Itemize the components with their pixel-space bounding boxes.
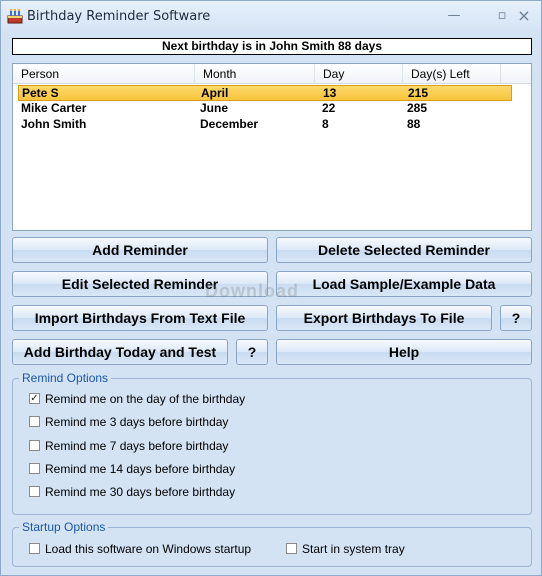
minimize-icon[interactable]: — bbox=[443, 7, 465, 25]
list-row[interactable]: Mike Carter June 22 285 bbox=[18, 101, 512, 117]
remind-14-days-label: Remind me 14 days before birthday bbox=[45, 462, 236, 476]
remind-options-legend: Remind Options bbox=[19, 371, 112, 385]
help-button[interactable]: Help bbox=[276, 339, 532, 365]
title-bar[interactable]: Birthday Reminder Software — ▫ × bbox=[1, 1, 541, 31]
remind-30-days-label: Remind me 30 days before birthday bbox=[45, 485, 236, 499]
checkbox-icon[interactable] bbox=[29, 486, 40, 497]
cell-person: Pete S bbox=[22, 86, 59, 100]
next-birthday-banner: Next birthday is in John Smith 88 days bbox=[12, 38, 532, 55]
remind-on-day-label: Remind me on the day of the birthday bbox=[45, 392, 246, 406]
test-help-button[interactable]: ? bbox=[236, 339, 268, 365]
column-header-month[interactable]: Month bbox=[195, 64, 315, 84]
startup-options-group: Startup Options Load this software on Wi… bbox=[12, 520, 532, 567]
load-sample-data-button[interactable]: Load Sample/Example Data bbox=[276, 271, 532, 297]
cell-person: John Smith bbox=[21, 117, 87, 131]
birthday-list[interactable]: Person Month Day Day(s) Left Pete S Apri… bbox=[12, 63, 532, 231]
cell-month: December bbox=[200, 117, 259, 131]
maximize-icon[interactable]: ▫ bbox=[491, 7, 513, 25]
add-birthday-today-test-button[interactable]: Add Birthday Today and Test bbox=[12, 339, 228, 365]
cell-day: 22 bbox=[322, 101, 336, 115]
list-row[interactable]: John Smith December 8 88 bbox=[18, 117, 512, 133]
checkbox-icon[interactable] bbox=[29, 463, 40, 474]
load-on-startup-label: Load this software on Windows startup bbox=[45, 542, 252, 556]
remind-3-days-label: Remind me 3 days before birthday bbox=[45, 415, 229, 429]
column-header-person[interactable]: Person bbox=[13, 64, 195, 84]
export-help-button[interactable]: ? bbox=[500, 305, 532, 331]
startup-options-legend: Startup Options bbox=[19, 520, 109, 534]
checkbox-icon[interactable] bbox=[29, 416, 40, 427]
delete-selected-reminder-button[interactable]: Delete Selected Reminder bbox=[276, 237, 532, 263]
checkbox-icon[interactable] bbox=[286, 543, 297, 554]
window-title: Birthday Reminder Software bbox=[27, 9, 211, 24]
add-reminder-button[interactable]: Add Reminder bbox=[12, 237, 268, 263]
start-in-tray-label: Start in system tray bbox=[302, 542, 405, 556]
column-header-day[interactable]: Day bbox=[315, 64, 403, 84]
list-row[interactable]: Pete S April 13 215 bbox=[18, 85, 512, 101]
checkbox-icon[interactable] bbox=[29, 440, 40, 451]
close-icon[interactable]: × bbox=[513, 7, 535, 25]
export-birthdays-button[interactable]: Export Birthdays To File bbox=[276, 305, 492, 331]
cell-month: April bbox=[201, 86, 229, 100]
cell-day: 13 bbox=[323, 86, 337, 100]
cell-days-left: 285 bbox=[407, 101, 428, 115]
app-cake-icon bbox=[7, 9, 23, 24]
column-header-days-left[interactable]: Day(s) Left bbox=[403, 64, 501, 84]
cell-month: June bbox=[200, 101, 229, 115]
remind-options-group: Remind Options ✓ Remind me on the day of… bbox=[12, 371, 532, 515]
import-birthdays-button[interactable]: Import Birthdays From Text File bbox=[12, 305, 268, 331]
download-watermark: Download bbox=[205, 281, 299, 301]
list-header: Person Month Day Day(s) Left bbox=[13, 64, 531, 84]
checkbox-icon[interactable] bbox=[29, 543, 40, 554]
app-window: Birthday Reminder Software — ▫ × Next bi… bbox=[0, 0, 542, 576]
cell-days-left: 88 bbox=[407, 117, 421, 131]
cell-days-left: 215 bbox=[408, 86, 429, 100]
checkbox-checked-icon[interactable]: ✓ bbox=[29, 393, 40, 404]
cell-day: 8 bbox=[322, 117, 329, 131]
cell-person: Mike Carter bbox=[21, 101, 87, 115]
remind-7-days-label: Remind me 7 days before birthday bbox=[45, 439, 229, 453]
